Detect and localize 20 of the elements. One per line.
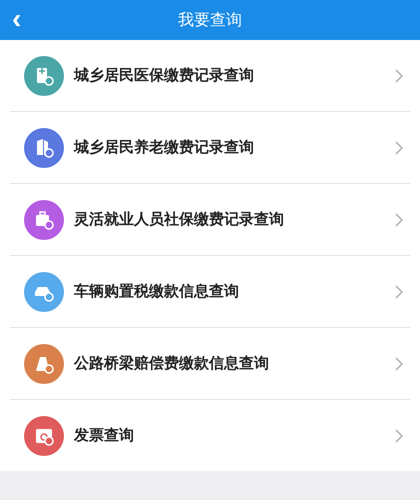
query-item[interactable]: 灵活就业人员社保缴费记录查询 — [10, 184, 410, 256]
item-label: 发票查询 — [74, 426, 135, 445]
chevron-icon — [394, 68, 404, 84]
query-item[interactable]: 车辆购置税缴款信息查询 — [10, 256, 410, 328]
page-title: 我要查询 — [178, 10, 242, 30]
chevron-icon — [394, 356, 404, 372]
item-label: 城乡居民医保缴费记录查询 — [74, 66, 255, 85]
chevron-icon — [394, 284, 404, 300]
chevron-icon — [394, 212, 404, 228]
query-item[interactable]: 发票查询 — [10, 400, 410, 471]
chevron-icon — [394, 140, 404, 156]
back-button[interactable]: ‹ — [6, 4, 28, 34]
query-item[interactable]: 城乡居民养老缴费记录查询 — [10, 112, 410, 184]
item-label: 车辆购置税缴款信息查询 — [74, 282, 240, 301]
item-label: 公路桥梁赔偿费缴款信息查询 — [74, 354, 270, 373]
item-label: 灵活就业人员社保缴费记录查询 — [74, 210, 285, 229]
query-item[interactable]: 公路桥梁赔偿费缴款信息查询 — [10, 328, 410, 400]
chevron-icon — [394, 428, 404, 444]
item-label: 城乡居民养老缴费记录查询 — [74, 138, 255, 157]
query-item[interactable]: 城乡居民医保缴费记录查询 — [10, 40, 410, 112]
